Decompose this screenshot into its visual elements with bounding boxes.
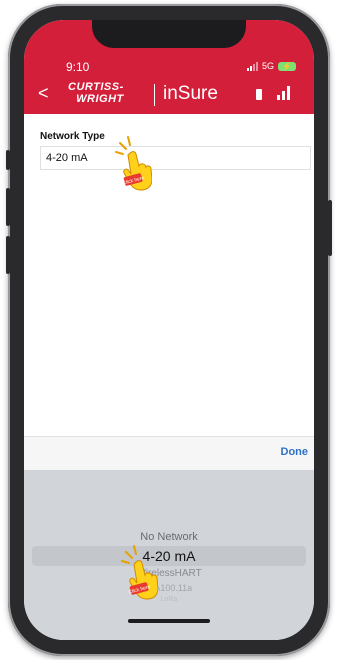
network-type-field[interactable]: 4-20 mA (40, 146, 311, 170)
tap-hand-icon: Click here (121, 545, 158, 600)
phone-screen: 9:10 5G ⚡ < CURTISS- WRIGHT inSure Netwo… (24, 20, 314, 640)
power-button (328, 200, 332, 256)
curtiss-wright-logo: CURTISS- WRIGHT (68, 81, 124, 105)
picker-option[interactable]: ISA100.11a (24, 583, 314, 593)
picker-toolbar: Done (24, 436, 314, 470)
back-button[interactable]: < (38, 84, 49, 102)
cellular-signal-icon (246, 61, 258, 71)
notch (92, 20, 246, 48)
picker-option-selected[interactable]: 4-20 mA (24, 548, 314, 564)
app-header: 9:10 5G ⚡ < CURTISS- WRIGHT inSure (24, 20, 314, 114)
charging-battery-icon: ⚡ (278, 61, 296, 71)
app-title: inSure (163, 83, 218, 104)
network-type: 5G (261, 61, 274, 71)
picker-option[interactable]: No Network (24, 531, 314, 543)
home-indicator (128, 619, 210, 623)
volume-up-button (6, 188, 10, 226)
picker-option[interactable]: LoRa (24, 596, 314, 603)
status-time: 9:10 (66, 60, 90, 74)
done-button[interactable]: Done (281, 446, 309, 458)
signal-strength-icon[interactable] (277, 86, 290, 100)
mute-switch (6, 150, 10, 170)
status-indicators: 5G ⚡ (246, 61, 296, 71)
picker-option[interactable]: WirelessHART (24, 568, 314, 579)
network-type-picker[interactable]: No Network 4-20 mA WirelessHART ISA100.1… (24, 470, 314, 640)
tap-hand-icon: Click here (115, 136, 152, 191)
logo-divider (154, 84, 155, 106)
network-type-label: Network Type (40, 131, 105, 142)
device-battery-icon[interactable] (256, 89, 262, 100)
volume-down-button (6, 236, 10, 274)
